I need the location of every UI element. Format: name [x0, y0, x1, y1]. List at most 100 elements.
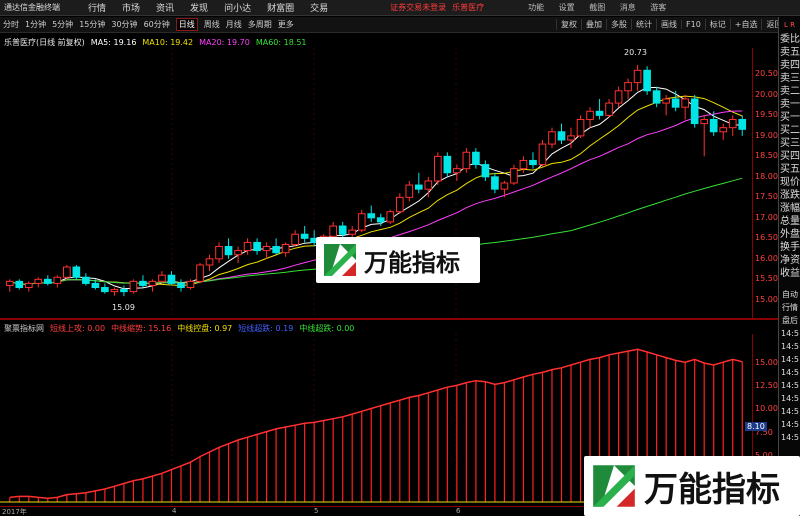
- candle-body: [548, 131, 556, 145]
- period-tab-weekly[interactable]: 周线: [204, 19, 220, 30]
- multi-stock-button[interactable]: 多股: [606, 19, 631, 30]
- candle-body: [414, 184, 423, 190]
- candle-body: [690, 98, 699, 125]
- indicator-value-tag: 8.10: [745, 422, 767, 432]
- period-tab-multi[interactable]: 多周期: [248, 19, 272, 30]
- period-tab-monthly[interactable]: 月线: [226, 19, 242, 30]
- candle-body: [624, 82, 632, 92]
- quote-label: 买一: [780, 112, 800, 123]
- quote-label: 买五: [780, 164, 800, 175]
- mark-button[interactable]: 标记: [704, 19, 730, 30]
- overlay-button[interactable]: 叠加: [581, 19, 606, 30]
- candle-body: [43, 278, 52, 284]
- candle-body: [681, 98, 689, 108]
- quote-label: 卖三: [780, 73, 800, 84]
- tick-label: 14:5: [781, 329, 799, 338]
- indicator-series-4: 短线超跌: 0.19: [238, 323, 294, 333]
- menu-item-assistant[interactable]: 问小达: [224, 1, 251, 14]
- tick-label: 自动: [782, 290, 798, 299]
- candle-body: [34, 278, 43, 284]
- menu-item-discover[interactable]: 发现: [190, 1, 208, 14]
- period-tab-intraday[interactable]: 分时: [3, 19, 19, 30]
- high-price-annotation: 20.73: [624, 48, 647, 57]
- candle-body: [424, 180, 433, 190]
- draw-line-button[interactable]: 画线: [656, 19, 681, 30]
- candle-body: [491, 176, 499, 190]
- login-status: 证券交易未登录 乐普医疗: [390, 3, 485, 12]
- price-tick: 16.50: [755, 233, 778, 243]
- candle-body: [91, 282, 100, 289]
- menu-item-trade[interactable]: 交易: [310, 1, 328, 14]
- candle-body: [158, 274, 166, 282]
- candle-body: [291, 233, 299, 245]
- quote-label: 现价: [780, 177, 800, 188]
- tick-label: 行情: [782, 303, 798, 312]
- quote-label: 涨幅: [780, 203, 800, 214]
- indicator-name[interactable]: 聚票指标网: [4, 323, 44, 334]
- quote-label: 卖五: [780, 47, 800, 58]
- period-tab-30min[interactable]: 30分钟: [111, 19, 137, 30]
- period-tab-daily[interactable]: 日线: [175, 18, 198, 31]
- panel-toggle[interactable]: L R: [779, 17, 800, 33]
- quote-label: 买四: [780, 151, 800, 162]
- message-button[interactable]: 消息: [620, 3, 636, 12]
- period-tab-1min[interactable]: 1分钟: [25, 19, 46, 30]
- price-tick: 19.00: [755, 130, 778, 140]
- menu-item-news[interactable]: 资讯: [156, 1, 174, 14]
- candle-body: [709, 118, 718, 133]
- function-button[interactable]: 功能: [528, 3, 544, 12]
- indicator-series-5: 中线超跌: 0.00: [299, 323, 355, 333]
- candle-body: [167, 274, 176, 284]
- f10-button[interactable]: F10: [681, 20, 705, 29]
- pane-divider[interactable]: [0, 318, 778, 320]
- guest-label[interactable]: 游客: [650, 3, 666, 12]
- settings-button[interactable]: 设置: [559, 3, 575, 12]
- candle-body: [538, 143, 547, 166]
- period-tab-more[interactable]: 更多: [278, 19, 294, 30]
- adjust-button[interactable]: 复权: [556, 19, 581, 30]
- candle-body: [738, 118, 747, 130]
- tick-label: 14:5: [781, 368, 799, 377]
- candle-body: [557, 131, 566, 141]
- screenshot-button[interactable]: 截图: [589, 3, 605, 12]
- candle-body: [348, 229, 357, 235]
- candle-body: [300, 233, 309, 239]
- quote-label: 涨跌: [780, 190, 800, 201]
- candle-body: [196, 264, 204, 282]
- period-tab-60min[interactable]: 60分钟: [144, 19, 170, 30]
- candle-body: [24, 282, 33, 289]
- candle-body: [15, 280, 24, 289]
- period-tab-15min[interactable]: 15分钟: [79, 19, 105, 30]
- ma60-value: MA60: 18.51: [255, 37, 307, 47]
- candle-body: [82, 276, 90, 284]
- watermark-logo: 万能指标: [316, 237, 480, 283]
- menu-item-community[interactable]: 财富圈: [267, 1, 294, 14]
- candle-body: [700, 118, 709, 125]
- price-tick: 18.50: [755, 151, 778, 161]
- quote-label: 收益: [780, 268, 800, 279]
- current-stock-name: 乐普医疗: [452, 3, 485, 12]
- candle-body: [605, 102, 613, 116]
- menu-item-quotes[interactable]: 行情: [88, 1, 106, 14]
- indicator-tick: 10.00: [755, 404, 778, 414]
- add-watchlist-button[interactable]: +自选: [729, 19, 762, 30]
- quote-label: 卖四: [780, 60, 800, 71]
- ma20-value: MA20: 19.70: [199, 37, 250, 47]
- quote-label: 委比: [780, 34, 800, 45]
- period-tab-5min[interactable]: 5分钟: [52, 19, 73, 30]
- candle-body: [453, 168, 461, 174]
- candle-body: [376, 217, 385, 223]
- stats-button[interactable]: 统计: [631, 19, 656, 30]
- price-axis: 20.50 20.00 19.50 19.00 18.50 18.00 17.50 17.00…: [752, 48, 778, 318]
- ma5-value: MA5: 19.16: [90, 37, 137, 47]
- candle-body: [177, 282, 185, 289]
- candle-body: [662, 98, 670, 104]
- time-label: 5: [314, 507, 319, 515]
- chart-toolbar: 复权 叠加 多股 统计 画线 F10 标记 +自选 返回: [556, 17, 786, 33]
- quote-label: 外盘: [780, 229, 800, 240]
- time-label: 2017年: [2, 508, 27, 516]
- tick-label: 14:5: [781, 407, 799, 416]
- quote-side-panel: L R 委比 卖五 卖四 卖三 卖二 卖一 买一 买二 买三 买四 买五 现价 涨跌 涨幅 总量 外盘 换手 净资…: [778, 17, 800, 516]
- menu-item-market[interactable]: 市场: [122, 1, 140, 14]
- tick-label: 14:5: [781, 381, 799, 390]
